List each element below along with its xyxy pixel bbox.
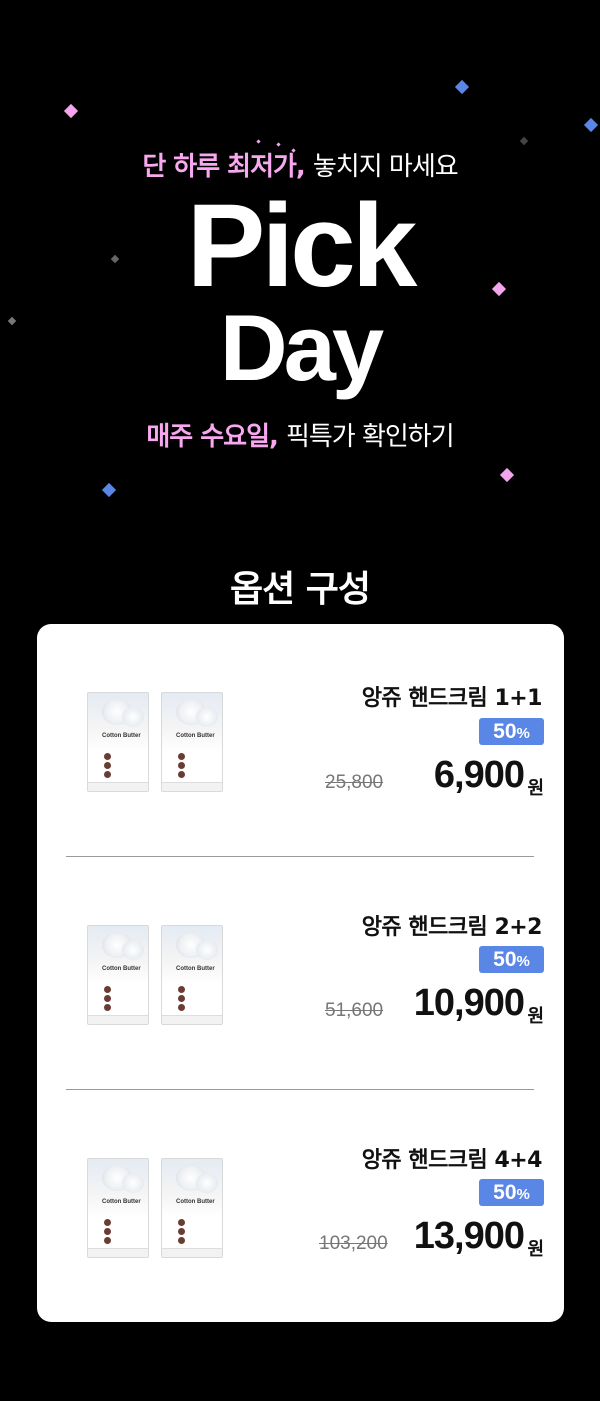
option-item[interactable]: Cotton Butter Cotton Butter 앙쥬 핸드크림 2+2 … <box>37 857 564 1090</box>
tagline-text: 놓치지 마세요 <box>312 152 459 182</box>
original-price: 103,200 <box>319 1233 388 1254</box>
product-image: Cotton Butter Cotton Butter <box>87 1158 227 1258</box>
hero-banner: 단 하루 최저가, 놓치지 마세요 Pick Day 매주 수요일, 픽특가 확… <box>0 0 600 540</box>
sparkle-icon <box>256 139 261 144</box>
hero-title-pick: Pick <box>186 180 418 312</box>
hand-cream-tube: Cotton Butter <box>161 1158 223 1258</box>
hand-cream-tube: Cotton Butter <box>87 925 149 1025</box>
sale-price: 10,900 <box>413 982 525 1024</box>
hand-cream-tube: Cotton Butter <box>161 925 223 1025</box>
sparkle-icon <box>519 136 529 146</box>
sparkle-icon <box>454 79 470 95</box>
sparkle-icon <box>499 467 515 483</box>
hand-cream-tube: Cotton Butter <box>87 692 149 792</box>
currency-label: 원 <box>527 1239 544 1260</box>
sale-price: 6,900 <box>433 754 525 796</box>
options-card: Cotton Butter Cotton Butter 앙쥬 핸드크림 1+1 … <box>37 624 564 1322</box>
tagline-accent: 매주 수요일, <box>146 422 279 452</box>
currency-label: 원 <box>527 778 544 799</box>
hand-cream-tube: Cotton Butter <box>161 692 223 792</box>
product-image: Cotton Butter Cotton Butter <box>87 925 227 1025</box>
option-name: 앙쥬 핸드크림 4+4 <box>361 1148 543 1173</box>
sparkle-icon <box>583 117 599 133</box>
original-price: 25,800 <box>325 772 384 793</box>
hero-title-day: Day <box>219 295 384 400</box>
sparkle-icon <box>101 482 117 498</box>
sale-price: 13,900 <box>413 1215 525 1257</box>
tagline-accent: 단 하루 최저가, <box>142 152 306 182</box>
currency-label: 원 <box>527 1006 544 1027</box>
sparkle-icon <box>63 103 79 119</box>
tagline-text: 픽특가 확인하기 <box>285 422 455 452</box>
original-price: 51,600 <box>325 1000 384 1021</box>
discount-badge: 50% <box>479 1179 544 1206</box>
discount-badge: 50% <box>479 718 544 745</box>
option-item[interactable]: Cotton Butter Cotton Butter 앙쥬 핸드크림 1+1 … <box>37 624 564 857</box>
option-name: 앙쥬 핸드크림 2+2 <box>361 915 543 940</box>
option-name: 앙쥬 핸드크림 1+1 <box>361 686 543 711</box>
section-title: 옵션 구성 <box>229 569 371 610</box>
product-image: Cotton Butter Cotton Butter <box>87 692 227 792</box>
option-item[interactable]: Cotton Butter Cotton Butter 앙쥬 핸드크림 4+4 … <box>37 1090 564 1323</box>
hero-tagline-top: 단 하루 최저가, 놓치지 마세요 <box>0 146 600 183</box>
discount-badge: 50% <box>479 946 544 973</box>
hero-tagline-bottom: 매주 수요일, 픽특가 확인하기 <box>0 416 600 453</box>
hand-cream-tube: Cotton Butter <box>87 1158 149 1258</box>
